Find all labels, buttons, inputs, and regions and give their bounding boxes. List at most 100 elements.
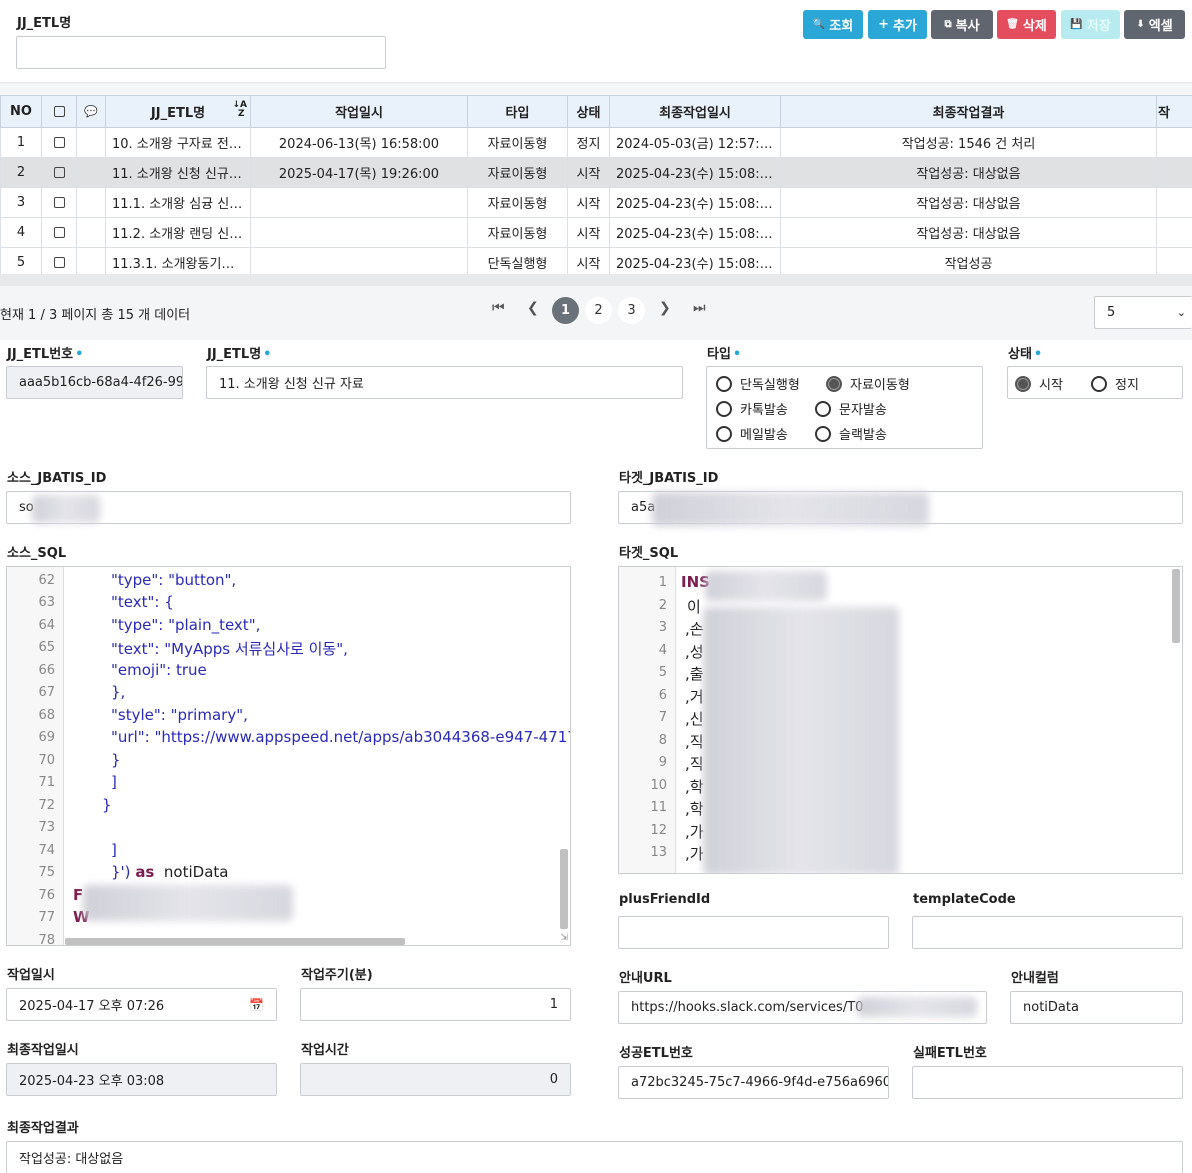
line-gutter: 1 2 3 4 5 6 7 8 9 10 11 12 13 [619, 567, 676, 873]
page-size-select[interactable]: 5 ⌄ [1094, 296, 1192, 329]
table-row[interactable]: 3 11.1. 소개왕 심귱 신… 자료이동형 시작 2025-04-23(수)… [0, 187, 1192, 218]
redacted-blur [705, 571, 827, 601]
sort-az-icon[interactable]: ↓A Z [232, 101, 247, 119]
work-cycle-field[interactable]: 1 [300, 988, 571, 1021]
type-radio-slack[interactable]: 슬랙발송 [815, 424, 887, 443]
guide-column-field[interactable]: notiData [1010, 991, 1183, 1024]
col-name[interactable]: JJ_ETL명 ↓A Z [105, 95, 251, 128]
type-label: 타입 [707, 343, 741, 362]
copy-button[interactable]: ⧉ 복사 [931, 10, 993, 39]
fail-etl-label: 실패ETL번호 [913, 1046, 987, 1061]
search-button[interactable]: 🔍 조회 [803, 10, 863, 39]
calendar-icon[interactable]: 📅 [249, 998, 264, 1012]
etl-no-label: JJ_ETL번호 [7, 343, 83, 362]
success-etl-label: 성공ETL번호 [619, 1046, 693, 1061]
pagination-info: 현재 1 / 3 페이지 총 15 개 데이터 [0, 308, 191, 323]
grid-header-row: NO 💬 JJ_ETL명 ↓A Z 작업일시 타입 상태 최종작업일시 최종작업결… [0, 95, 1192, 128]
work-duration-field[interactable]: 0 [300, 1063, 571, 1096]
work-time-label: 작업일시 [7, 968, 55, 983]
redacted-blur [857, 997, 977, 1017]
delete-button[interactable]: 🗑 삭제 [997, 10, 1056, 39]
tgt-sql-editor[interactable]: 1 2 3 4 5 6 7 8 9 10 11 12 13 INS 이 ,손 ,… [618, 566, 1183, 874]
table-row[interactable]: 2 11. 소개왕 신청 신규 … 2025-04-17(목) 19:26:00… [0, 157, 1192, 188]
etl-name-label: JJ_ETL명 [207, 343, 271, 362]
row-checkbox[interactable] [53, 167, 65, 178]
add-button[interactable]: + 추가 [868, 10, 927, 39]
work-time-field[interactable]: 2025-04-17 오후 07:26 📅 [6, 988, 277, 1021]
comment-icon: 💬 [84, 105, 98, 118]
src-sql-editor[interactable]: 62 63 64 65 66 67 68 69 70 71 72 73 74 7… [6, 566, 571, 946]
table-row[interactable]: 4 11.2. 소개왕 랜딩 신… 자료이동형 시작 2025-04-23(수)… [0, 217, 1192, 248]
work-cycle-label: 작업주기(분) [301, 968, 373, 983]
type-radio-standalone[interactable]: 단독실행형 [716, 374, 800, 393]
last-work-time-label: 최종작업일시 [7, 1043, 79, 1058]
next-page-icon[interactable]: ❯ [659, 300, 671, 316]
type-radio-mail[interactable]: 메일발송 [716, 424, 788, 443]
page-1-button[interactable]: 1 [552, 297, 579, 324]
prev-page-icon[interactable]: ❮ [527, 300, 539, 316]
vertical-scrollbar[interactable] [560, 849, 568, 929]
redacted-blur [652, 492, 929, 526]
type-radio-sms[interactable]: 문자발송 [815, 399, 887, 418]
download-icon: ⬇ [1136, 19, 1145, 30]
etl-name-field[interactable]: 11. 소개왕 신청 신규 자료 [206, 366, 683, 399]
excel-button[interactable]: ⬇ 엑셀 [1124, 10, 1185, 39]
template-code-field[interactable] [912, 916, 1183, 949]
trash-icon: 🗑 [1006, 19, 1019, 30]
table-row[interactable]: 5 11.3.1. 소개왕동기화 … 단독실행형 시작 2025-04-23(수… [0, 247, 1192, 278]
select-all-checkbox[interactable] [53, 106, 65, 117]
col-state[interactable]: 상태 [567, 95, 610, 128]
last-result-label: 최종작업결과 [7, 1121, 79, 1136]
line-gutter: 62 63 64 65 66 67 68 69 70 71 72 73 74 7… [7, 567, 64, 945]
table-row[interactable]: 1 10. 소개왕 구자료 전… 2024-06-13(목) 16:58:00 … [0, 127, 1192, 158]
last-page-icon[interactable]: ⏭ [693, 300, 706, 316]
search-icon: 🔍 [812, 19, 826, 30]
horizontal-scrollbar[interactable] [65, 938, 405, 945]
page-3-button[interactable]: 3 [618, 297, 645, 324]
tgt-sql-label: 타겟_SQL [619, 546, 679, 561]
type-radio-datamove[interactable]: 자료이동형 [826, 374, 910, 393]
state-radio-stop[interactable]: 정지 [1091, 374, 1139, 393]
fail-etl-field[interactable] [912, 1066, 1183, 1099]
col-check[interactable] [41, 95, 77, 128]
plus-friend-label: plusFriendId [619, 892, 711, 907]
save-button[interactable]: 💾 저장 [1061, 10, 1120, 39]
search-input[interactable] [16, 36, 386, 69]
search-panel: JJ_ETL명 🔍 조회 + 추가 ⧉ 복사 🗑 삭제 💾 저장 ⬇ 엑셀 [0, 0, 1192, 83]
chevron-down-icon: ⌄ [1176, 306, 1186, 319]
etl-grid: NO 💬 JJ_ETL명 ↓A Z 작업일시 타입 상태 최종작업일시 최종작업결… [0, 95, 1192, 278]
type-radio-kakao[interactable]: 카톡발송 [716, 399, 788, 418]
row-checkbox[interactable] [53, 227, 65, 238]
resize-handle-icon[interactable]: ⇲ [560, 933, 568, 943]
row-checkbox[interactable] [53, 197, 65, 208]
copy-icon: ⧉ [944, 19, 952, 30]
src-sql-label: 소스_SQL [7, 546, 67, 561]
save-icon: 💾 [1070, 19, 1083, 30]
redacted-blur [32, 495, 100, 523]
state-label: 상태 [1008, 343, 1042, 362]
guide-column-label: 안내컬럼 [1011, 971, 1059, 986]
vertical-scrollbar[interactable] [1172, 569, 1180, 643]
col-type[interactable]: 타입 [467, 95, 568, 128]
col-result[interactable]: 최종작업결과 [780, 95, 1157, 128]
row-checkbox[interactable] [53, 137, 65, 148]
redacted-blur [703, 607, 899, 873]
col-more[interactable]: 작 [1156, 95, 1192, 128]
grid-bottom-bar [0, 274, 1192, 286]
tgt-batis-label: 타겟_JBATIS_ID [619, 471, 719, 486]
last-result-field[interactable]: 작업성공: 대상없음 [6, 1141, 1183, 1173]
redacted-blur [83, 885, 293, 921]
plus-friend-field[interactable] [618, 916, 889, 949]
success-etl-field[interactable]: a72bc3245-75c7-4966-9f4d-e756a6960b3 [618, 1066, 889, 1099]
row-checkbox[interactable] [53, 257, 65, 268]
etl-no-field[interactable]: aaa5b16cb-68a4-4f26-99 [6, 366, 183, 399]
template-code-label: templateCode [913, 892, 1016, 907]
first-page-icon[interactable]: ⏮ [492, 300, 505, 316]
col-no[interactable]: NO [0, 95, 42, 128]
guide-url-label: 안내URL [619, 971, 672, 986]
col-worktime[interactable]: 작업일시 [250, 95, 468, 128]
page-2-button[interactable]: 2 [585, 297, 612, 324]
col-lasttime[interactable]: 최종작업일시 [609, 95, 781, 128]
last-work-time-field[interactable]: 2025-04-23 오후 03:08 [6, 1063, 277, 1096]
state-radio-start[interactable]: 시작 [1015, 374, 1063, 393]
